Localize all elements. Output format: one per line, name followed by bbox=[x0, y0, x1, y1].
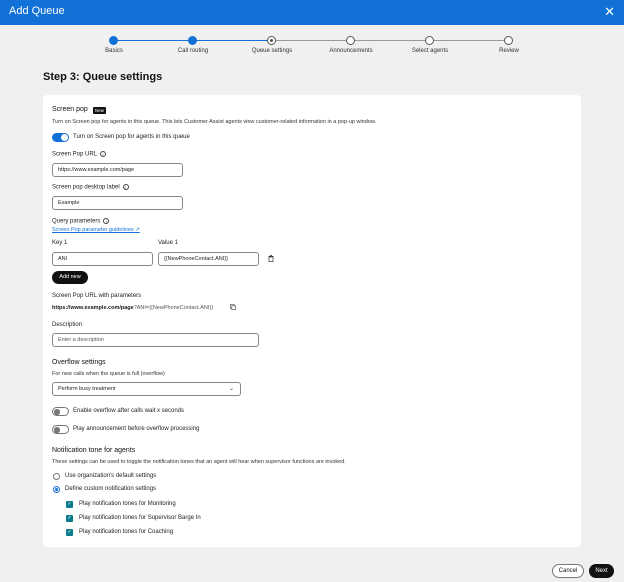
notification-title: Notification tone for agents bbox=[52, 447, 136, 454]
checkbox-coaching-label: Play notification tones for Coaching bbox=[79, 529, 174, 535]
overflow-wait-toggle[interactable] bbox=[52, 407, 69, 416]
step-review-dot[interactable] bbox=[504, 36, 513, 45]
overflow-subtitle: For new calls when the queue is full (ov… bbox=[52, 371, 165, 377]
add-new-button[interactable]: Add new bbox=[52, 271, 88, 284]
screen-pop-toggle[interactable] bbox=[52, 133, 69, 142]
step-label-announcements[interactable]: Announcements bbox=[329, 48, 372, 54]
screen-pop-toggle-label: Turn on Screen pop for agents in this qu… bbox=[73, 134, 190, 140]
screen-pop-url-label: Screen Pop URL i bbox=[52, 151, 107, 158]
step-announcements-dot[interactable] bbox=[346, 36, 355, 45]
step-select-agents-dot[interactable] bbox=[425, 36, 434, 45]
guidelines-link[interactable]: Screen Pop parameter guidelines ↗ bbox=[52, 227, 140, 233]
checkbox-coaching[interactable]: ✓ bbox=[66, 529, 73, 536]
cancel-button[interactable]: Cancel bbox=[552, 564, 584, 578]
key-input[interactable]: ANI bbox=[52, 252, 153, 266]
overflow-announcement-toggle[interactable] bbox=[52, 425, 69, 434]
chevron-down-icon: ⌄ bbox=[228, 386, 234, 392]
description-input[interactable]: Enter a description bbox=[52, 333, 259, 347]
step-connector bbox=[434, 40, 504, 41]
description-label: Description bbox=[52, 322, 83, 328]
checkbox-barge[interactable]: ✓ bbox=[66, 515, 73, 522]
modal-title: Add Queue bbox=[9, 5, 65, 17]
modal-header: Add Queue ✕ bbox=[0, 0, 624, 25]
step-connector bbox=[197, 40, 267, 41]
screen-pop-title: Screen pop bbox=[52, 106, 88, 113]
info-icon[interactable]: i bbox=[100, 151, 107, 157]
url-with-params-value: https://www.example.com/page?ANI={{NewPh… bbox=[52, 305, 214, 311]
value-input[interactable]: {{NewPhoneContact.ANI}} bbox=[158, 252, 259, 266]
page-title: Step 3: Queue settings bbox=[43, 71, 163, 83]
step-label-basics[interactable]: Basics bbox=[105, 48, 123, 54]
checkbox-barge-label: Play notification tones for Supervisor B… bbox=[79, 515, 201, 521]
overflow-announcement-label: Play announcement before overflow proces… bbox=[73, 426, 200, 432]
screen-pop-url-input[interactable]: https://www.example.com/page bbox=[52, 163, 183, 177]
overflow-wait-label: Enable overflow after calls wait x secon… bbox=[73, 408, 185, 414]
trash-icon[interactable] bbox=[268, 255, 274, 262]
next-button[interactable]: Next bbox=[589, 564, 614, 578]
step-connector bbox=[355, 40, 425, 41]
step-call-routing-dot[interactable] bbox=[188, 36, 197, 45]
info-icon[interactable]: i bbox=[122, 184, 129, 190]
notification-subtitle: These settings can be used to toggle the… bbox=[52, 459, 346, 465]
key-label: Key 1 bbox=[52, 240, 68, 246]
radio-custom-settings[interactable] bbox=[53, 486, 60, 493]
step-connector bbox=[276, 40, 346, 41]
radio-custom-label: Define custom notification settings bbox=[65, 486, 157, 492]
url-with-params-label: Screen Pop URL with parameters bbox=[52, 293, 142, 299]
copy-icon[interactable] bbox=[230, 304, 236, 310]
radio-default-settings[interactable] bbox=[53, 473, 60, 480]
desktop-label-input[interactable]: Example bbox=[52, 196, 183, 210]
query-params-label: Query parameters i bbox=[52, 218, 110, 225]
close-icon[interactable]: ✕ bbox=[604, 4, 615, 20]
step-label-review[interactable]: Review bbox=[499, 48, 519, 54]
wizard-stepper: Basics Call routing Queue settings Annou… bbox=[0, 32, 624, 62]
step-label-queue-settings[interactable]: Queue settings bbox=[252, 48, 292, 54]
checkbox-monitoring-label: Play notification tones for Monitoring bbox=[79, 501, 176, 507]
info-icon[interactable]: i bbox=[103, 218, 110, 224]
new-badge: New bbox=[93, 107, 107, 114]
overflow-select-value: Perform busy treatment bbox=[58, 386, 116, 392]
step-queue-settings-dot[interactable] bbox=[267, 36, 276, 45]
radio-default-label: Use organization's default settings bbox=[65, 473, 157, 479]
desktop-label-label: Screen pop desktop label i bbox=[52, 184, 129, 191]
external-link-icon: ↗ bbox=[135, 227, 140, 233]
overflow-select[interactable]: Perform busy treatment ⌄ bbox=[52, 382, 241, 396]
step-label-call-routing[interactable]: Call routing bbox=[178, 48, 208, 54]
screen-pop-description: Turn on Screen pop for agents in this qu… bbox=[52, 119, 377, 125]
step-label-select-agents[interactable]: Select agents bbox=[412, 48, 448, 54]
value-label: Value 1 bbox=[158, 240, 178, 246]
overflow-title: Overflow settings bbox=[52, 359, 106, 366]
step-basics-dot[interactable] bbox=[109, 36, 118, 45]
step-connector bbox=[118, 40, 193, 41]
checkbox-monitoring[interactable]: ✓ bbox=[66, 501, 73, 508]
